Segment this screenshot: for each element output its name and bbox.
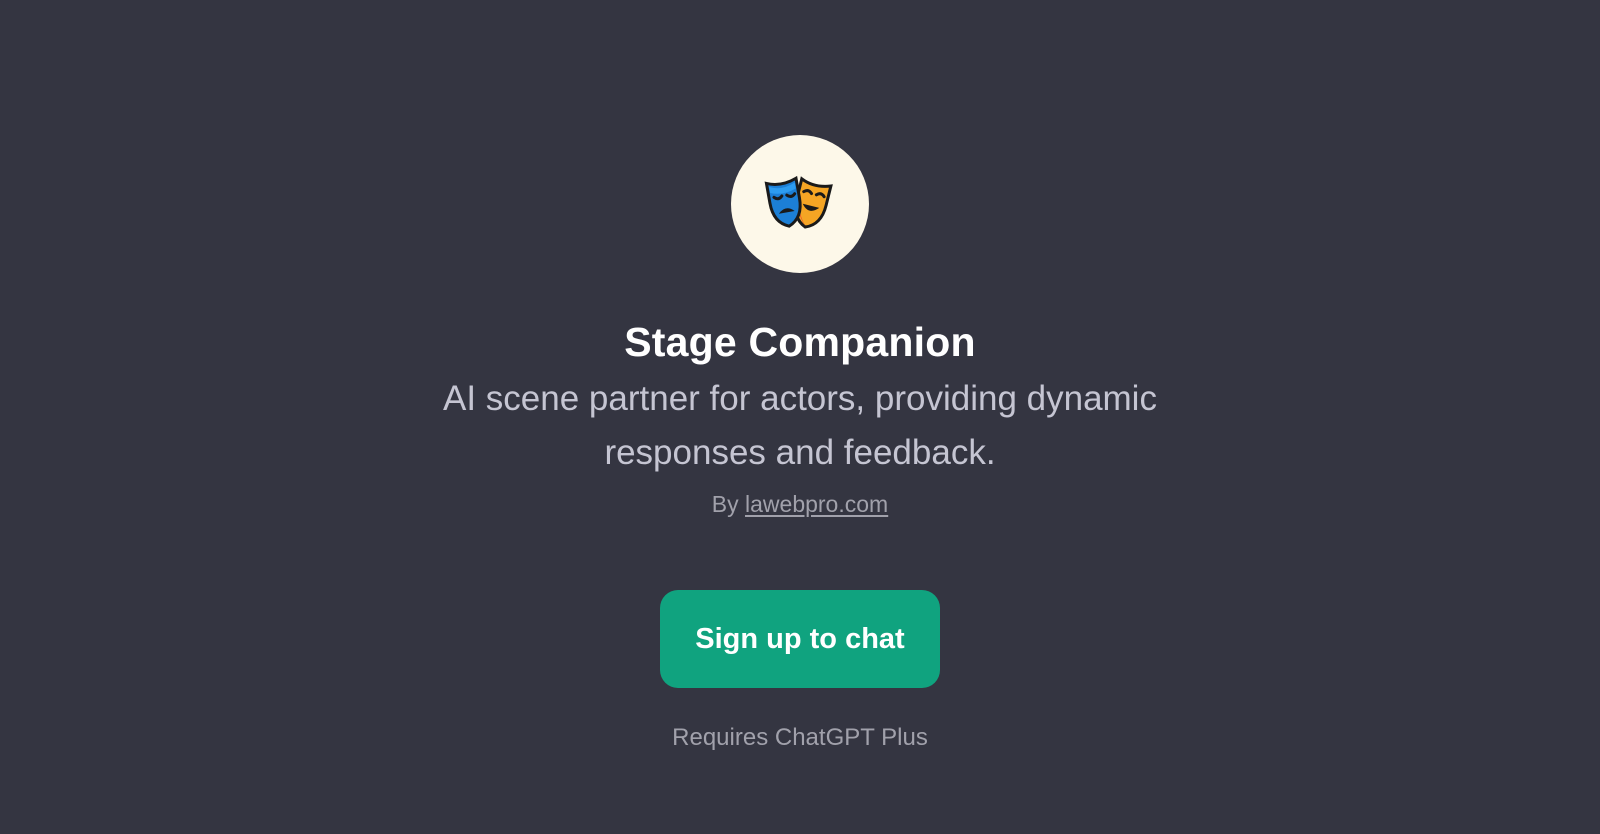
author-link[interactable]: lawebpro.com (745, 491, 888, 517)
author-byline: By lawebpro.com (712, 488, 888, 520)
gpt-landing-page: Stage Companion AI scene partner for act… (0, 0, 1600, 834)
theater-masks-icon (764, 168, 836, 240)
gpt-description: AI scene partner for actors, providing d… (443, 379, 1157, 472)
gpt-title: Stage Companion (624, 319, 976, 365)
requirement-note: Requires ChatGPT Plus (672, 724, 928, 751)
gpt-profile: Stage Companion AI scene partner for act… (0, 0, 1600, 834)
byline-prefix: By (711, 491, 739, 517)
signup-to-chat-button[interactable]: Sign up to chat (660, 590, 940, 688)
gpt-avatar (731, 135, 869, 273)
